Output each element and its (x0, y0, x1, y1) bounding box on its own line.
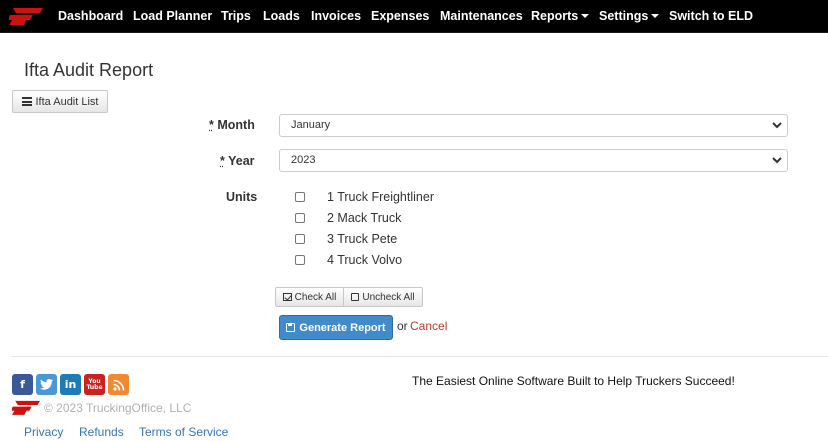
rss-icon[interactable] (108, 374, 129, 395)
save-icon (286, 323, 296, 332)
nav-loads[interactable]: Loads (263, 0, 300, 33)
social-links: f in You Tube (12, 374, 129, 395)
month-select[interactable]: January (279, 114, 788, 137)
refunds-link[interactable]: Refunds (79, 425, 124, 439)
required-marker: * (220, 154, 225, 168)
truckingoffice-logo-icon[interactable] (9, 7, 43, 25)
unit-checkbox[interactable] (295, 255, 305, 265)
chevron-down-icon (772, 122, 782, 129)
linkedin-icon[interactable]: in (60, 374, 81, 395)
required-marker: * (209, 118, 214, 132)
unit-option: 4 Truck Volvo (294, 252, 402, 268)
month-select-value: January (291, 119, 331, 131)
list-icon (21, 97, 32, 106)
unit-checkbox[interactable] (295, 192, 305, 202)
nav-maintenances[interactable]: Maintenances (440, 0, 523, 33)
square-icon (351, 293, 360, 301)
footer-tagline: The Easiest Online Software Built to Hel… (412, 374, 735, 388)
unit-label: 2 Mack Truck (327, 211, 402, 225)
cancel-link[interactable]: Cancel (410, 319, 447, 333)
year-label: * Year (220, 154, 255, 168)
copyright-text: © 2023 TruckingOffice, LLC (44, 401, 192, 415)
nav-settings-dropdown[interactable]: Settings (599, 0, 660, 33)
youtube-icon[interactable]: You Tube (84, 374, 105, 395)
ifta-audit-list-button[interactable]: Ifta Audit List (12, 90, 108, 113)
nav-dashboard[interactable]: Dashboard (58, 0, 123, 33)
nav-switch-to-eld[interactable]: Switch to ELD (669, 0, 753, 33)
unit-option: 2 Mack Truck (294, 210, 401, 226)
check-square-icon (282, 293, 292, 301)
facebook-icon[interactable]: f (12, 374, 33, 395)
caret-down-icon (581, 13, 590, 18)
unit-option: 1 Truck Freightliner (294, 189, 434, 205)
unit-label: 3 Truck Pete (327, 232, 398, 246)
nav-invoices[interactable]: Invoices (311, 0, 361, 33)
check-buttons-group: Check All Uncheck All (275, 287, 423, 307)
generate-report-button[interactable]: Generate Report (279, 315, 393, 340)
page-title: Ifta Audit Report (24, 60, 154, 80)
ifta-audit-list-label: Ifta Audit List (35, 95, 99, 108)
unit-label: 4 Truck Volvo (327, 253, 403, 267)
check-all-button[interactable]: Check All (275, 287, 344, 307)
unit-checkbox[interactable] (295, 234, 305, 244)
or-text: or (397, 319, 408, 333)
terms-of-service-link[interactable]: Terms of Service (139, 425, 228, 439)
caret-down-icon (651, 13, 660, 18)
truckingoffice-logo-icon (12, 400, 40, 415)
twitter-icon[interactable] (36, 374, 57, 395)
chevron-down-icon (772, 157, 782, 164)
units-label: Units (226, 190, 258, 204)
nav-load-planner[interactable]: Load Planner (133, 0, 212, 33)
unit-label: 1 Truck Freightliner (327, 190, 434, 204)
nav-reports-dropdown[interactable]: Reports (531, 0, 590, 33)
unit-option: 3 Truck Pete (294, 231, 397, 247)
top-navbar: Dashboard Load Planner Trips Loads Invoi… (0, 0, 828, 33)
unit-checkbox[interactable] (295, 213, 305, 223)
nav-trips[interactable]: Trips (221, 0, 251, 33)
nav-expenses[interactable]: Expenses (371, 0, 429, 33)
month-label: * Month (209, 118, 255, 132)
footer-divider (12, 356, 828, 357)
year-select-value: 2023 (291, 154, 316, 166)
year-select[interactable]: 2023 (279, 149, 788, 172)
privacy-link[interactable]: Privacy (24, 425, 63, 439)
uncheck-all-button[interactable]: Uncheck All (344, 287, 423, 307)
